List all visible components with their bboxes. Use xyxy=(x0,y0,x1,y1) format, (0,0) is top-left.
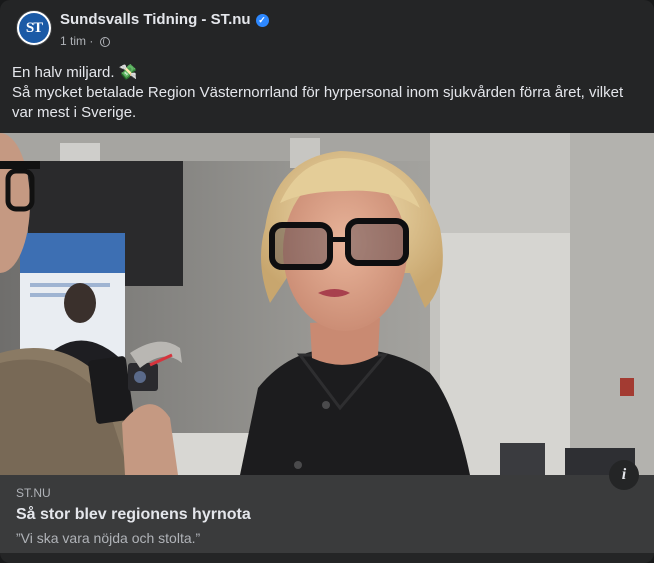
photo-woman-with-glasses xyxy=(0,133,654,475)
post-timestamp[interactable]: 1 tim xyxy=(60,34,86,48)
link-description: ”Vi ska vara nöjda och stolta.” xyxy=(16,530,201,546)
info-icon[interactable]: i xyxy=(609,460,639,490)
page-name[interactable]: Sundsvalls Tidning - ST.nu xyxy=(60,11,251,28)
post-card: ST Sundsvalls Tidning - ST.nu ✓ 1 tim · E… xyxy=(0,0,654,563)
post-message: En halv miljard. 💸 Så mycket betalade Re… xyxy=(12,63,642,123)
post-photo[interactable] xyxy=(0,133,654,475)
avatar-logo: ST xyxy=(19,13,49,43)
link-title[interactable]: Så stor blev regionens hyrnota xyxy=(16,506,251,524)
link-preview[interactable]: ST.NU Så stor blev regionens hyrnota ”Vi… xyxy=(0,475,654,553)
post-text-line1: En halv miljard. 💸 xyxy=(12,64,138,81)
page-name-link[interactable]: Sundsvalls Tidning - ST.nu ✓ xyxy=(60,11,269,28)
post-text-line2: Så mycket betalade Region Västernorrland… xyxy=(12,84,624,121)
globe-icon xyxy=(99,37,110,47)
link-domain: ST.NU xyxy=(16,486,51,500)
post-meta: 1 tim · xyxy=(60,34,110,48)
page-avatar[interactable]: ST xyxy=(16,10,52,46)
meta-separator: · xyxy=(89,34,94,48)
post-header: ST Sundsvalls Tidning - ST.nu ✓ 1 tim · xyxy=(12,8,642,52)
verified-badge-icon: ✓ xyxy=(255,14,269,27)
